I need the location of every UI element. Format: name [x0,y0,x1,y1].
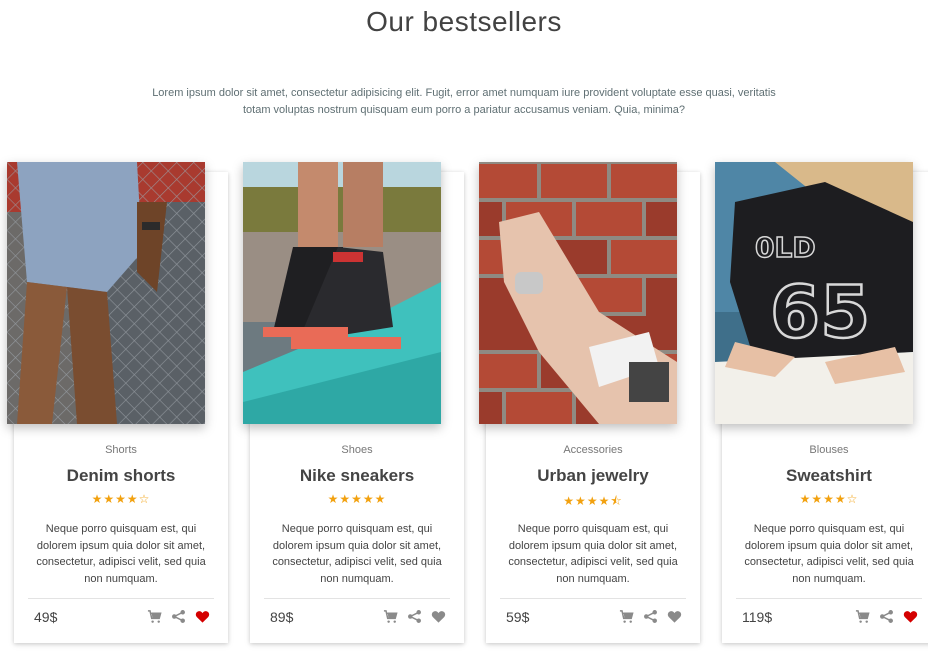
rating-stars: ★★★★⯪ [563,494,623,508]
card-actions [855,609,918,624]
rating-stars: ★★★★☆ [91,492,151,506]
heart-icon[interactable] [903,609,918,624]
section-title: Our bestsellers [366,6,562,37]
share-icon[interactable] [407,609,422,624]
card-divider [28,598,214,599]
intro-line-1: Lorem ipsum dolor sit amet, consectetur … [152,87,776,99]
product-card: Shoes Nike sneakers ★★★★★ Neque porro qu… [243,162,464,643]
card-divider [264,598,450,599]
rating-stars: ★★★★☆ [799,492,859,506]
cart-icon[interactable] [383,609,398,624]
heart-icon[interactable] [431,609,446,624]
heart-icon[interactable] [667,609,682,624]
card-actions [383,609,446,624]
product-card: Shorts Denim shorts ★★★★☆ Neque porro qu… [7,162,228,643]
product-card: Accessories Urban jewelry ★★★★⯪ Neque po… [479,162,700,643]
card-actions [619,609,682,624]
product-image-denim-shorts[interactable] [7,162,205,424]
share-icon[interactable] [171,609,186,624]
share-icon[interactable] [643,609,658,624]
product-description: Neque porro quisquam est, qui dolorem ip… [508,523,678,585]
product-category: Shoes [341,444,373,456]
rating-stars: ★★★★★ [327,492,387,506]
product-description: Neque porro quisquam est, qui dolorem ip… [272,523,442,585]
product-price: 49$ [34,609,58,625]
heart-icon[interactable] [195,609,210,624]
product-name[interactable]: Nike sneakers [250,466,464,486]
svg-text:65: 65 [770,270,870,354]
product-description: Neque porro quisquam est, qui dolorem ip… [744,523,914,585]
card-divider [736,598,922,599]
svg-text:0LD: 0LD [755,231,816,264]
product-price: 59$ [506,609,530,625]
product-name[interactable]: Sweatshirt [722,466,928,486]
product-category: Shorts [105,444,137,456]
product-name[interactable]: Urban jewelry [486,466,700,486]
product-category: Blouses [809,444,849,456]
cart-icon[interactable] [147,609,162,624]
cart-icon[interactable] [619,609,634,624]
product-name[interactable]: Denim shorts [14,466,228,486]
product-price: 119$ [742,609,773,625]
product-image-nike-sneakers[interactable] [243,162,441,424]
product-card: 0LD 65 Blouses Sweatshirt ★★★★☆ Neque po… [715,162,928,643]
product-category: Accessories [563,444,623,456]
product-image-sweatshirt[interactable]: 0LD 65 [715,162,913,424]
product-description: Neque porro quisquam est, qui dolorem ip… [36,523,206,585]
cart-icon[interactable] [855,609,870,624]
intro-line-2: totam voluptas nostrum quisquam eum porr… [242,104,686,116]
section-intro: Lorem ipsum dolor sit amet, consectetur … [130,85,798,119]
product-image-urban-jewelry[interactable] [479,162,677,424]
card-actions [147,609,210,624]
share-icon[interactable] [879,609,894,624]
card-divider [500,598,686,599]
product-price: 89$ [270,609,294,625]
